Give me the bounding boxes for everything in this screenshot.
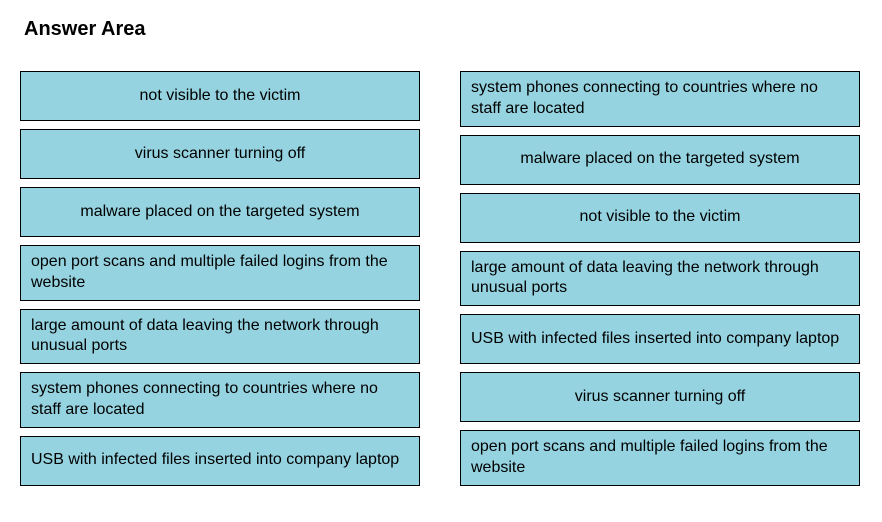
- answer-box[interactable]: system phones connecting to countries wh…: [460, 71, 860, 127]
- answer-box[interactable]: not visible to the victim: [20, 71, 420, 121]
- answer-box[interactable]: large amount of data leaving the network…: [20, 309, 420, 365]
- answer-box[interactable]: malware placed on the targeted system: [20, 187, 420, 237]
- left-column: not visible to the victim virus scanner …: [20, 71, 420, 486]
- answer-box[interactable]: virus scanner turning off: [460, 372, 860, 422]
- answer-box[interactable]: system phones connecting to countries wh…: [20, 372, 420, 428]
- answer-box[interactable]: malware placed on the targeted system: [460, 135, 860, 185]
- page-title: Answer Area: [20, 18, 862, 41]
- answer-box[interactable]: open port scans and multiple failed logi…: [20, 245, 420, 301]
- columns-container: not visible to the victim virus scanner …: [20, 71, 862, 486]
- answer-box[interactable]: USB with infected files inserted into co…: [460, 314, 860, 364]
- answer-box[interactable]: large amount of data leaving the network…: [460, 251, 860, 307]
- answer-box[interactable]: virus scanner turning off: [20, 129, 420, 179]
- answer-box[interactable]: USB with infected files inserted into co…: [20, 436, 420, 486]
- answer-box[interactable]: open port scans and multiple failed logi…: [460, 430, 860, 486]
- right-column: system phones connecting to countries wh…: [460, 71, 860, 486]
- answer-box[interactable]: not visible to the victim: [460, 193, 860, 243]
